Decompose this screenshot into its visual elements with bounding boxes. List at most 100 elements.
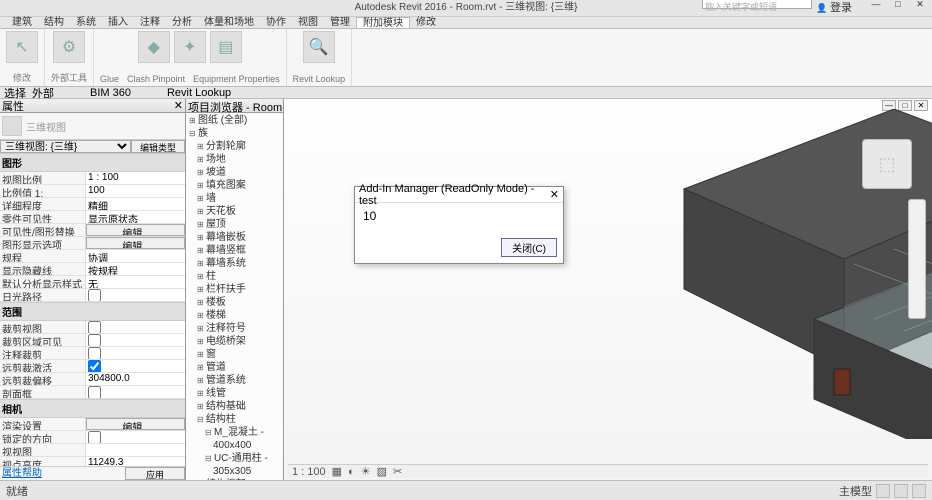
close-icon[interactable]: ✕ [910,0,930,9]
prop-value[interactable] [86,431,185,443]
apply-button[interactable]: 应用 [125,467,185,480]
crop-icon[interactable]: ✂ [393,465,402,478]
tab-analyze[interactable]: 分析 [166,17,198,28]
tree-node[interactable]: 族 [187,127,282,140]
tab-arch[interactable]: 建筑 [6,17,38,28]
tree-node[interactable]: 柱 [187,270,282,283]
tab-view[interactable]: 视图 [292,17,324,28]
prop-value[interactable]: 协调 [86,250,185,262]
prop-value[interactable] [86,334,185,346]
equip-icon[interactable]: ▤ [210,31,242,63]
tab-struct[interactable]: 结构 [38,17,70,28]
tab-annotate[interactable]: 注释 [134,17,166,28]
tab-addins[interactable]: 附加模块 [356,17,410,28]
tree-node[interactable]: 管道 [187,361,282,374]
prop-value[interactable]: 304800.0 [86,373,185,385]
status-model[interactable]: 主模型 [839,483,872,499]
prop-value[interactable]: 1 : 100 [86,172,185,184]
tab-sys[interactable]: 系统 [70,17,102,28]
prop-value[interactable]: 无 [86,276,185,288]
revit-lookup-icon[interactable]: 🔍 [303,31,335,63]
browser-tree[interactable]: 图纸 (全部)族分割轮廓场地坡道填充图案墙天花板屋顶幕墙嵌板幕墙竖框幕墙系统柱栏… [186,113,283,480]
status-icon[interactable] [912,484,926,498]
tab-manage[interactable]: 管理 [324,17,356,28]
tree-node[interactable]: 管道系统 [187,374,282,387]
prop-value[interactable]: 11249.3 [86,457,185,466]
shadow-icon[interactable]: ▨ [377,465,387,478]
tree-node[interactable]: 结构柱 [187,413,282,426]
prop-value[interactable] [86,289,185,301]
tree-node[interactable]: 图纸 (全部) [187,114,282,127]
tab-collab[interactable]: 协作 [260,17,292,28]
status-text: 就绪 [6,483,28,499]
properties-help-link[interactable]: 属性帮助 [0,467,125,480]
tree-node[interactable]: 楼梯 [187,309,282,322]
prop-value[interactable]: 编辑... [86,418,185,430]
dialog-close-button[interactable]: 关闭(C) [501,238,557,257]
navigation-bar[interactable] [908,199,926,319]
tree-node[interactable]: 注释符号 [187,322,282,335]
tree-node[interactable]: 305x305 [187,465,282,478]
tree-node[interactable]: 天花板 [187,205,282,218]
tree-node[interactable]: 场地 [187,153,282,166]
tab-insert[interactable]: 插入 [102,17,134,28]
minimize-icon[interactable]: — [866,0,886,9]
prop-value[interactable]: 编辑... [86,237,185,249]
prop-value[interactable]: 按规程 [86,263,185,275]
viewport[interactable]: — □ ✕ ⬚ 1 [284,99,932,480]
prop-category[interactable]: 范围 [0,302,185,321]
tree-node[interactable]: 坡道 [187,166,282,179]
help-search[interactable]: 能入关键字或短语 [702,0,812,9]
sun-icon[interactable]: ☀ [361,465,371,478]
status-icon[interactable] [894,484,908,498]
modify-icon[interactable]: ↖ [6,31,38,63]
status-icon[interactable] [876,484,890,498]
prop-value[interactable] [86,444,185,456]
view-control-bar[interactable]: 1 : 100 ▦ ◐ ☀ ▨ ✂ [288,464,928,478]
glue-icon[interactable]: ◆ [138,31,170,63]
tree-node[interactable]: 分割轮廓 [187,140,282,153]
tree-node[interactable]: 墙 [187,192,282,205]
tree-node[interactable]: 电缆桥架 [187,335,282,348]
tree-node[interactable]: 400x400 [187,439,282,452]
prop-value[interactable] [86,360,185,372]
tree-node[interactable]: 填充图案 [187,179,282,192]
tree-node[interactable]: 窗 [187,348,282,361]
prop-category[interactable]: 图形 [0,153,185,172]
prop-value[interactable]: 100 [86,185,185,197]
tree-node[interactable]: UC-通用柱 - [187,452,282,465]
tree-node[interactable]: 幕墙系统 [187,257,282,270]
dialog-close-icon[interactable]: ✕ [550,188,559,201]
prop-value[interactable] [86,386,185,398]
prop-row: 锁定的方向 [0,431,185,444]
tree-node[interactable]: 结构基础 [187,400,282,413]
tab-modify[interactable]: 修改 [410,17,442,28]
tree-node[interactable]: 幕墙嵌板 [187,231,282,244]
prop-value[interactable] [86,347,185,359]
ribbon-panel-select: ↖ 修改 [0,29,45,86]
tree-node[interactable]: 屋顶 [187,218,282,231]
detail-icon[interactable]: ▦ [332,465,342,478]
tree-node[interactable]: 幕墙竖框 [187,244,282,257]
tree-node[interactable]: 楼板 [187,296,282,309]
prop-value[interactable]: 显示原状态 [86,211,185,223]
clash-icon[interactable]: ✦ [174,31,206,63]
properties-close-icon[interactable]: ✕ [174,99,183,112]
edit-type-button[interactable]: 编辑类型 [131,140,185,153]
login-link[interactable]: 👤 登录 [816,0,852,15]
style-icon[interactable]: ◐ [348,466,355,478]
external-tools-icon[interactable]: ⚙ [53,31,85,63]
tab-mass[interactable]: 体量和场地 [198,17,260,28]
prop-value[interactable]: 编辑... [86,224,185,236]
maximize-icon[interactable]: □ [888,0,908,9]
view-cube[interactable]: ⬚ [862,139,912,189]
view-canvas[interactable]: — □ ✕ ⬚ 1 [284,99,932,480]
tree-node[interactable]: M_混凝土 - [187,426,282,439]
prop-category[interactable]: 相机 [0,399,185,418]
tree-node[interactable]: 栏杆扶手 [187,283,282,296]
tree-node[interactable]: 线管 [187,387,282,400]
instance-selector[interactable]: 三维视图: {三维} [0,140,131,153]
prop-value[interactable]: 精细 [86,198,185,210]
scale-label[interactable]: 1 : 100 [292,466,326,478]
prop-value[interactable] [86,321,185,333]
